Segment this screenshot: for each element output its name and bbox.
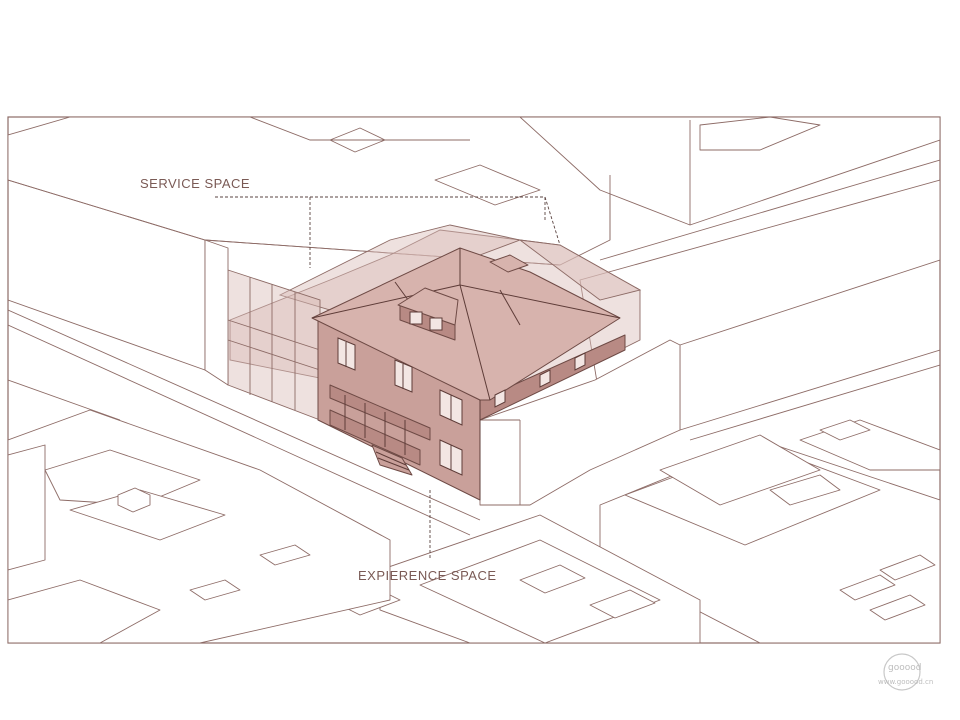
watermark-logo-text: gooood	[888, 663, 921, 673]
watermark-url-text: www.gooood.cn	[878, 678, 933, 686]
axonometric-diagram: SERVICE SPACE EXPIERENCE SPACE gooood ww…	[7, 116, 941, 691]
experience-space-label: EXPIERENCE SPACE	[358, 568, 497, 583]
watermark: gooood www.gooood.cn	[878, 653, 933, 691]
service-space-label: SERVICE SPACE	[140, 176, 250, 191]
